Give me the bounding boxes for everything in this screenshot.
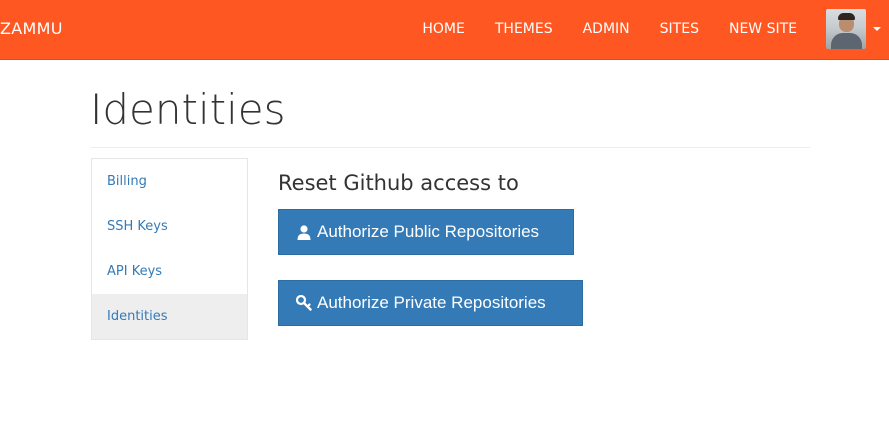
caret-down-icon [873,27,881,31]
nav-menu: HOME THEMES ADMIN SITES NEW SITE [407,0,889,58]
nav-admin-link[interactable]: ADMIN [568,0,645,58]
nav-new-site-link[interactable]: NEW SITE [714,0,812,58]
sidebar-item-identities[interactable]: Identities [92,294,247,339]
avatar [826,9,866,49]
authorize-public-repos-button[interactable]: Authorize Public Repositories [278,209,574,255]
authorize-private-repos-button[interactable]: Authorize Private Repositories [278,280,583,326]
nav-sites-link[interactable]: SITES [645,0,714,58]
authorize-public-label: Authorize Public Repositories [317,222,540,241]
sidebar-item-billing[interactable]: Billing [92,159,247,204]
sidebar-item-api-keys[interactable]: API Keys [92,249,247,294]
page-title: Identities [90,85,286,134]
key-icon [296,295,312,311]
nav-home-link[interactable]: HOME [407,0,479,58]
brand-logo[interactable]: ZAMMU [0,0,63,58]
user-icon [296,224,312,240]
sidebar-item-ssh-keys[interactable]: SSH Keys [92,204,247,249]
top-navbar: ZAMMU HOME THEMES ADMIN SITES NEW SITE [0,0,889,60]
nav-themes-link[interactable]: THEMES [480,0,568,58]
authorize-private-label: Authorize Private Repositories [317,293,546,312]
settings-sidebar: Billing SSH Keys API Keys Identities [91,158,248,340]
user-menu-toggle[interactable] [812,0,889,58]
title-divider [90,147,810,148]
section-heading: Reset Github access to [278,171,519,195]
